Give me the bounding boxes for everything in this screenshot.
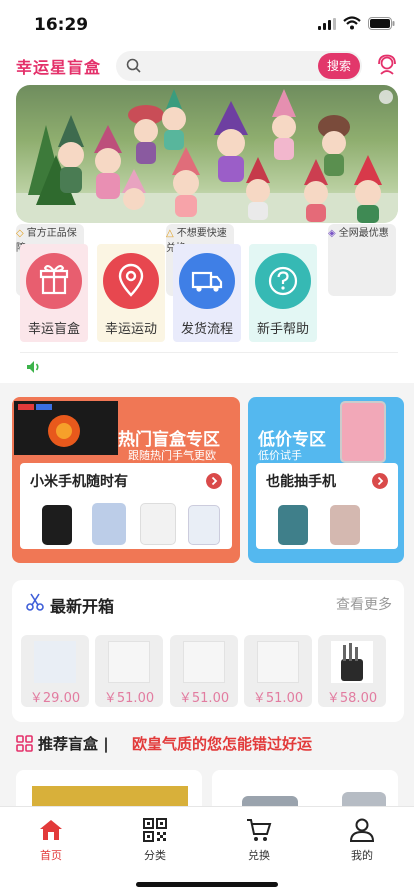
header: 幸运星盲盒 搜索 [0, 48, 414, 84]
unbox-item-price: ￥58.00 [326, 691, 378, 706]
tab-mine[interactable]: 我的 [332, 815, 392, 862]
cart-icon [247, 819, 272, 841]
phone-image [340, 401, 386, 463]
guarantee-strip: ◇官方正品保障 △不想要快速兑换 ◈全网最优惠 [0, 223, 414, 296]
unbox-item-price: ￥51.00 [252, 691, 304, 706]
status-time: 16:29 [34, 15, 89, 35]
unbox-item-image [257, 641, 299, 683]
category-lucky-box[interactable]: 幸运盲盒 [20, 244, 88, 342]
tab-label: 首页 [40, 849, 62, 862]
home-indicator [136, 882, 278, 887]
tab-exchange[interactable]: 兑换 [229, 815, 289, 862]
help-icon [268, 266, 298, 296]
unbox-item-price: ￥51.00 [178, 691, 230, 706]
category-icon-circle [103, 253, 159, 309]
tag-icon: ◈ [328, 228, 336, 239]
chevron-right-icon[interactable] [206, 473, 222, 489]
unbox-item-image [34, 641, 76, 683]
search-button[interactable]: 搜索 [318, 53, 360, 79]
status-bar: 16:29 [0, 0, 414, 48]
promo-zones: 热门盲盒专区 跟随热门手气更欧 小米手机随时有 低价专区 低价试手 也能抽手机 [12, 397, 404, 565]
view-more-link[interactable]: 查看更多 [336, 594, 392, 614]
category-shipping-process[interactable]: 发货流程 [173, 244, 241, 342]
phone-image [188, 505, 220, 545]
scissors-icon [26, 593, 44, 611]
tab-category[interactable]: 分类 [125, 815, 185, 862]
truck-icon [191, 271, 223, 292]
promo-subtitle: 低价试手 [258, 449, 302, 462]
qr-category-icon [143, 818, 167, 842]
unbox-item-price: ￥29.00 [29, 691, 81, 706]
category-beginner-help[interactable]: 新手帮助 [249, 244, 317, 342]
battery-icon [368, 17, 395, 30]
wifi-icon [343, 16, 361, 30]
search-bar[interactable]: 搜索 [116, 51, 362, 81]
category-label: 幸运盲盒 [27, 322, 80, 337]
guarantee-label: 全网最优惠 [338, 228, 389, 239]
recommended-title: 推荐盲盒 | [38, 735, 109, 753]
tab-label: 我的 [351, 849, 373, 862]
category-label: 发货流程 [180, 322, 233, 337]
unbox-item[interactable]: ￥51.00 [95, 635, 163, 707]
knife-block-image [341, 643, 363, 681]
tab-label: 分类 [144, 849, 166, 862]
promo-product-name: 也能抽手机 [266, 474, 336, 490]
unbox-item[interactable]: ￥51.00 [170, 635, 238, 707]
guarantee-item: ◈ 全网最优惠 [328, 224, 396, 296]
phone-image [92, 503, 126, 545]
low-price-zone-card[interactable]: 低价专区 低价试手 也能抽手机 [248, 397, 404, 563]
bottom-tab-bar: 首页 分类 兑换 我的 [0, 806, 414, 896]
recommended-slogan: 欧皇气质的您怎能错过好运 [132, 735, 313, 753]
unbox-item[interactable]: ￥51.00 [244, 635, 312, 707]
notice-bar[interactable] [20, 352, 398, 380]
banner-figurines-image [16, 89, 398, 223]
unbox-item[interactable]: ￥29.00 [21, 635, 89, 707]
category-shortcuts: 幸运盲盒 幸运运动 发货流程 新手帮助 [20, 244, 320, 342]
tv-product-image [14, 401, 118, 455]
unbox-item[interactable]: ￥58.00 [318, 635, 386, 707]
diamond-icon: ◇ [16, 228, 24, 239]
speaker-icon [27, 361, 39, 373]
promo-product-panel: 也能抽手机 [256, 463, 398, 549]
tab-label: 兑换 [248, 849, 270, 862]
home-icon [40, 820, 62, 840]
phone-image [42, 505, 72, 545]
phone-image [330, 505, 360, 545]
category-icon-circle [26, 253, 82, 309]
banner-carousel[interactable] [16, 85, 398, 223]
category-lucky-sport[interactable]: 幸运运动 [97, 244, 165, 342]
category-label: 幸运运动 [104, 322, 157, 337]
location-pin-icon [118, 263, 144, 297]
grid-icon [16, 735, 33, 752]
category-icon-circle [255, 253, 311, 309]
gift-icon [39, 265, 69, 295]
hot-box-zone-card[interactable]: 热门盲盒专区 跟随热门手气更欧 小米手机随时有 [12, 397, 240, 563]
brand-title: 幸运星盲盒 [16, 58, 102, 77]
customer-service-icon[interactable] [376, 54, 398, 76]
unbox-item-image [331, 641, 373, 683]
user-icon [349, 818, 375, 842]
phone-image [140, 503, 176, 545]
unbox-item-image [183, 641, 225, 683]
tab-home[interactable]: 首页 [21, 815, 81, 862]
latest-unboxing-section: 最新开箱 查看更多 ￥29.00 ￥51.00 ￥51.00 ￥51.00 ￥5… [12, 580, 404, 722]
category-icon-circle [179, 253, 235, 309]
recommended-header: 推荐盲盒 | 欧皇气质的您怎能错过好运 [16, 733, 404, 753]
unbox-item-price: ￥51.00 [103, 691, 155, 706]
category-label: 新手帮助 [256, 322, 309, 337]
warning-triangle-icon: △ [166, 228, 174, 239]
latest-unboxing-title: 最新开箱 [50, 597, 115, 616]
promo-product-name: 小米手机随时有 [30, 474, 128, 490]
promo-subtitle: 跟随热门手气更欧 [128, 449, 216, 462]
promo-product-panel: 小米手机随时有 [20, 463, 232, 549]
search-icon [126, 58, 141, 73]
signal-icon [318, 18, 336, 30]
unbox-item-image [108, 641, 150, 683]
chevron-right-icon[interactable] [372, 473, 388, 489]
phone-image [278, 505, 308, 545]
